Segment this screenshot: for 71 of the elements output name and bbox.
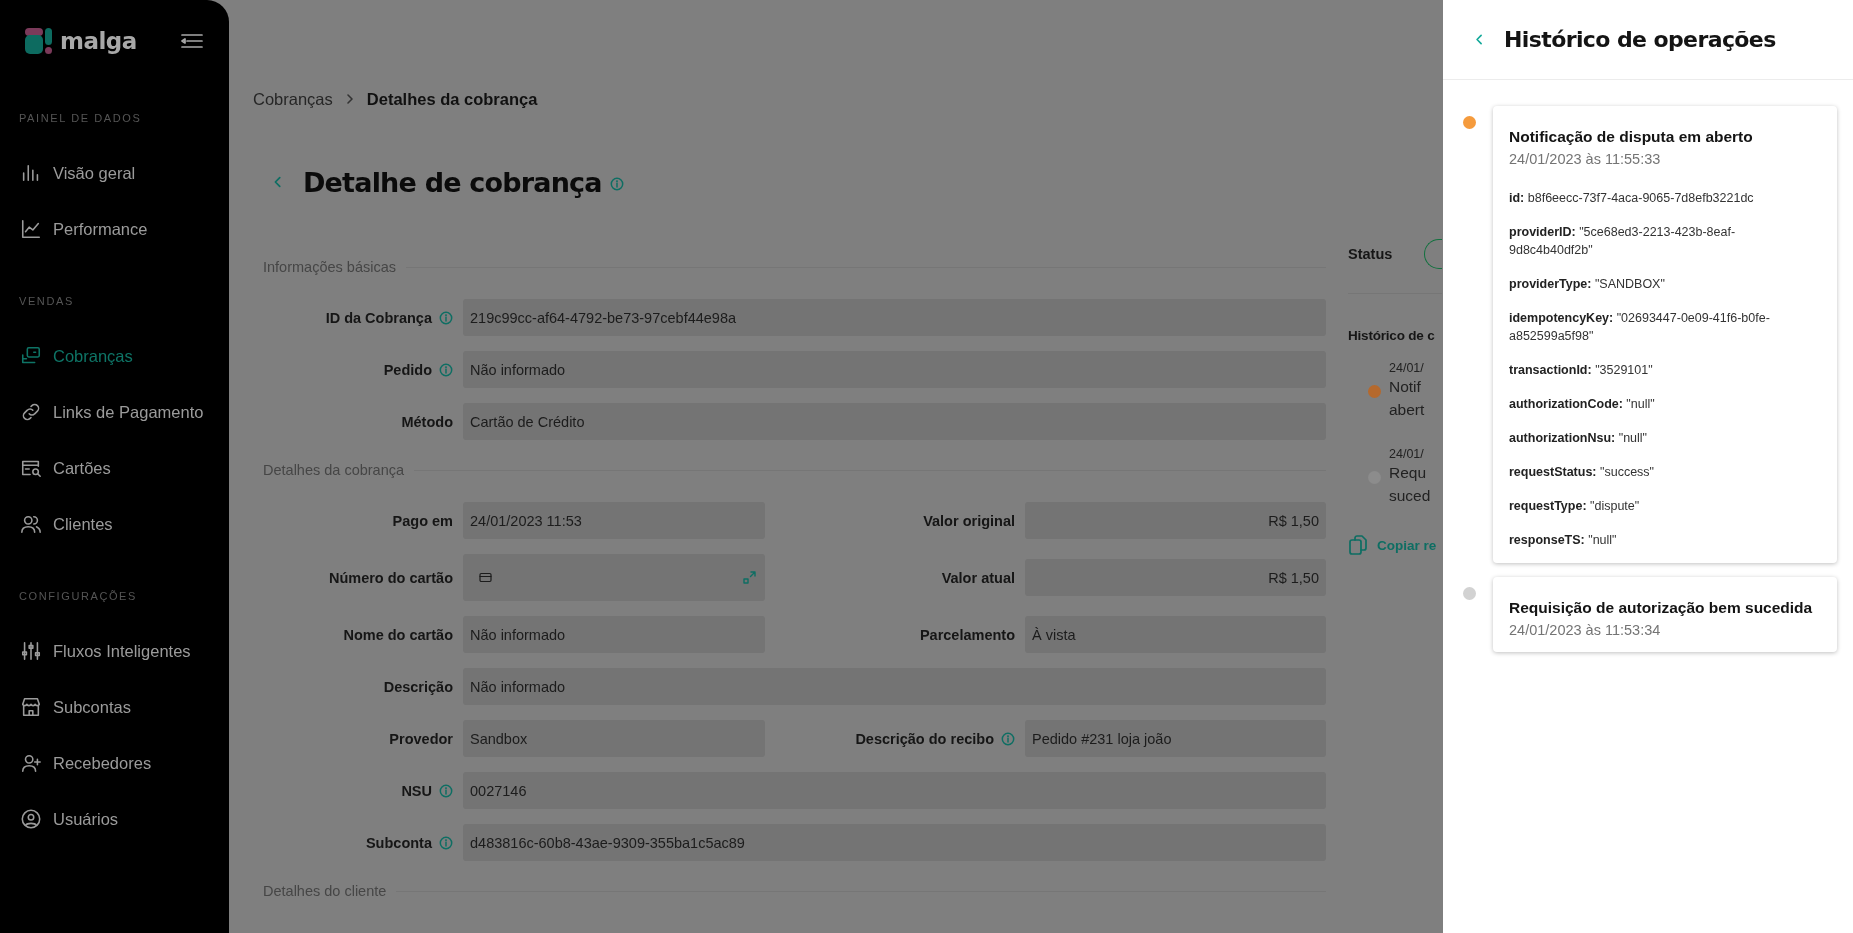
section-heading: PAINEL DE DADOS xyxy=(18,112,143,124)
logo-text: malga xyxy=(60,28,137,54)
field-label: Método xyxy=(401,413,453,430)
nav-item[interactable]: Performance xyxy=(0,201,229,257)
value-field: R$ 1,50 xyxy=(1025,502,1326,539)
section-heading: VENDAS xyxy=(18,295,75,307)
event-time: 24/01/2023 às 11:55:33 xyxy=(1509,151,1662,167)
value-field: Não informado xyxy=(463,668,1326,705)
nav-item[interactable]: Clientes xyxy=(0,496,229,552)
nav-item[interactable]: Visão geral xyxy=(0,145,229,201)
field-label: Valor original xyxy=(923,512,1015,529)
timeline-text: Requ xyxy=(1389,463,1428,483)
field-label: ID da Cobrança xyxy=(325,309,432,326)
value-field: Não informado xyxy=(463,351,1326,388)
section-heading: Detalhes do cliente xyxy=(263,883,387,899)
nav-item[interactable]: Links de Pagamento xyxy=(0,384,229,440)
timeline-date: 24/01/ xyxy=(1389,447,1425,461)
field-label: Nome do cartão xyxy=(343,626,453,643)
nav-item[interactable]: Recebedores xyxy=(0,735,229,791)
field-label: Valor atual xyxy=(941,569,1015,586)
timeline-text: suced xyxy=(1389,486,1431,506)
field-label: Pago em xyxy=(392,512,453,529)
section-heading: Detalhes da cobrança xyxy=(263,462,405,478)
field-label: Pedido xyxy=(383,361,432,378)
value-field: R$ 1,50 xyxy=(1025,559,1326,596)
section-heading: Histórico de c xyxy=(1348,328,1436,343)
status-label: Status xyxy=(1348,246,1393,262)
event-card[interactable]: Requisição de autorização bem sucedida 24/01/2023 às 11:53:34 xyxy=(1493,577,1837,652)
value-field: 219c99cc-af64-4792-be73-97cebf44e98a xyxy=(463,299,1326,336)
detail-line: providerType: "SANDBOX" xyxy=(1509,276,1666,293)
value-field: d483816c-60b8-43ae-9309-355ba1c5ac89 xyxy=(463,824,1326,861)
nav-item[interactable]: Cartões xyxy=(0,440,229,496)
detail-line: idempotencyKey: "02693447-0e09-41f6-b0fe-a852599a5f98" xyxy=(1509,310,1771,345)
detail-line: transactionId: "3529101" xyxy=(1509,362,1654,379)
event-title: Requisição de autorização bem sucedida xyxy=(1509,599,1814,617)
nav-item[interactable]: Fluxos Inteligentes xyxy=(0,623,229,679)
field-label: NSU xyxy=(401,782,432,799)
nav-item[interactable]: Usuários xyxy=(0,791,229,847)
detail-line: id: b8f6eecc-73f7-4aca-9065-7d8efb3221dc xyxy=(1509,190,1755,207)
field-label: Descrição do recibo xyxy=(855,730,994,747)
panel-title: Histórico de operações xyxy=(1504,27,1776,52)
timeline-text: abert xyxy=(1389,400,1425,420)
section-heading: CONFIGURAÇÕES xyxy=(18,590,138,602)
field-label: Número do cartão xyxy=(328,569,453,586)
detail-line: authorizationCode: "null" xyxy=(1509,396,1656,413)
timeline-text: Notif xyxy=(1389,377,1422,397)
breadcrumb-link[interactable]: Cobranças xyxy=(253,89,333,109)
field-label: Descrição xyxy=(383,678,453,695)
value-field: Sandbox xyxy=(463,720,765,757)
value-field: Cartão de Crédito xyxy=(463,403,1326,440)
detail-line: providerID: "5ce68ed3-2213-423b-8eaf-9d8c4b40df2b" xyxy=(1509,224,1737,259)
page-title: Detalhe de cobrança xyxy=(303,166,602,198)
detail-line: requestStatus: "success" xyxy=(1509,464,1656,481)
event-title: Notificação de disputa em aberto xyxy=(1509,128,1754,146)
field-label: Parcelamento xyxy=(919,626,1015,643)
value-field: À vista xyxy=(1025,616,1326,653)
breadcrumb-current: Detalhes da cobrança xyxy=(366,89,538,109)
field-label: Provedor xyxy=(389,730,453,747)
field-label: Subconta xyxy=(365,834,432,851)
value-field: 0027146 xyxy=(463,772,1326,809)
detail-line: authorizationNsu: "null" xyxy=(1509,430,1649,447)
value-field: Pedido #231 loja joão xyxy=(1025,720,1326,757)
event-time: 24/01/2023 às 11:53:34 xyxy=(1509,622,1662,638)
section-heading: Informações básicas xyxy=(263,259,396,275)
nav-item[interactable]: Cobranças xyxy=(0,328,229,384)
detail-line: requestType: "dispute" xyxy=(1509,498,1641,515)
nav-item[interactable]: Subcontas xyxy=(0,679,229,735)
timeline-date: 24/01/ xyxy=(1389,361,1425,375)
value-field: Não informado xyxy=(463,616,765,653)
value-field: 24/01/2023 11:53 xyxy=(463,502,765,539)
detail-line: responseTS: "null" xyxy=(1509,532,1618,549)
